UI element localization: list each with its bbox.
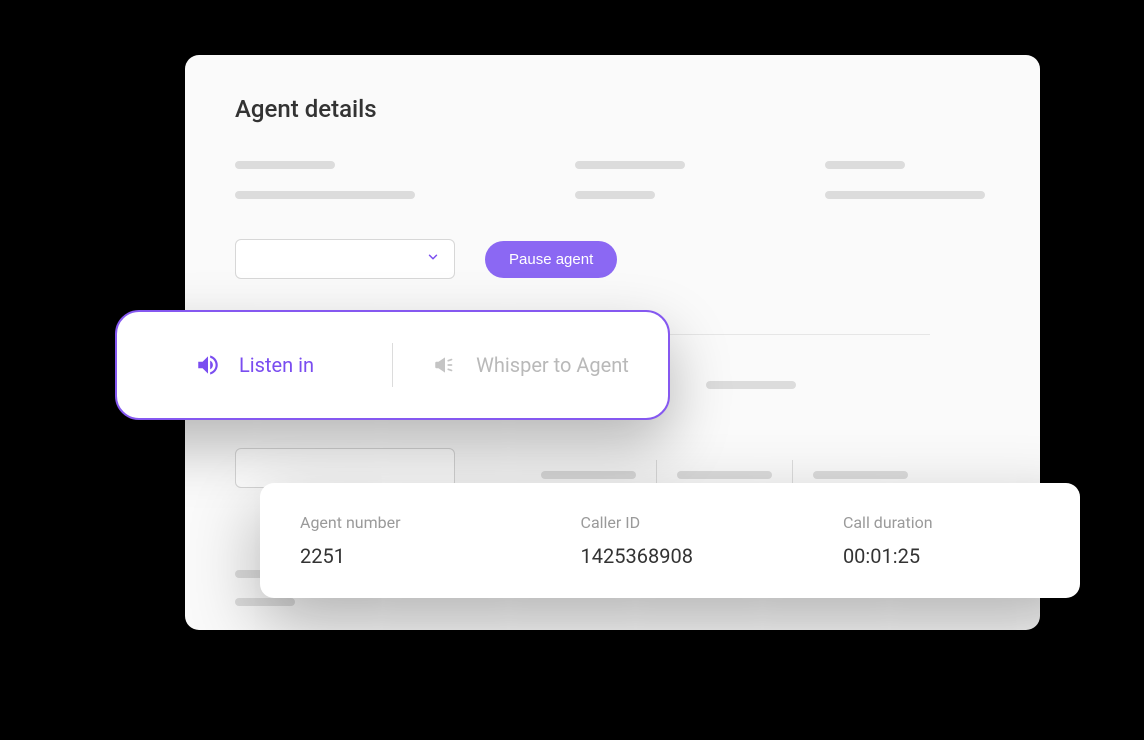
agent-number-value: 2251 <box>300 544 401 568</box>
placeholder <box>813 471 908 479</box>
chevron-down-icon <box>426 250 440 268</box>
call-duration-block: Call duration 00:01:25 <box>843 513 933 568</box>
placeholder <box>235 191 415 199</box>
caller-id-value: 1425368908 <box>581 544 693 568</box>
megaphone-icon <box>432 352 458 378</box>
placeholder-row-1 <box>235 161 990 199</box>
placeholder <box>677 471 772 479</box>
input-box[interactable] <box>235 448 455 488</box>
whisper-label: Whisper to Agent <box>476 353 629 377</box>
placeholder <box>825 191 985 199</box>
placeholder <box>235 598 295 606</box>
listen-in-button[interactable]: Listen in <box>117 352 392 378</box>
speaker-icon <box>195 352 221 378</box>
placeholder <box>825 161 905 169</box>
whisper-button[interactable]: Whisper to Agent <box>393 352 668 378</box>
agent-select[interactable] <box>235 239 455 279</box>
pause-agent-button[interactable]: Pause agent <box>485 241 617 278</box>
call-duration-label: Call duration <box>843 513 933 532</box>
placeholder <box>541 471 636 479</box>
placeholder <box>575 191 655 199</box>
placeholder <box>575 161 685 169</box>
placeholder <box>706 381 796 389</box>
call-info-card: Agent number 2251 Caller ID 1425368908 C… <box>260 483 1080 598</box>
monitor-actions-pill: Listen in Whisper to Agent <box>115 310 670 420</box>
caller-id-label: Caller ID <box>581 513 693 532</box>
placeholder <box>235 161 335 169</box>
page-title: Agent details <box>235 95 990 123</box>
call-duration-value: 00:01:25 <box>843 544 933 568</box>
controls-row: Pause agent <box>235 239 990 279</box>
agent-number-block: Agent number 2251 <box>300 513 401 568</box>
caller-id-block: Caller ID 1425368908 <box>581 513 693 568</box>
listen-in-label: Listen in <box>239 353 314 377</box>
agent-number-label: Agent number <box>300 513 401 532</box>
